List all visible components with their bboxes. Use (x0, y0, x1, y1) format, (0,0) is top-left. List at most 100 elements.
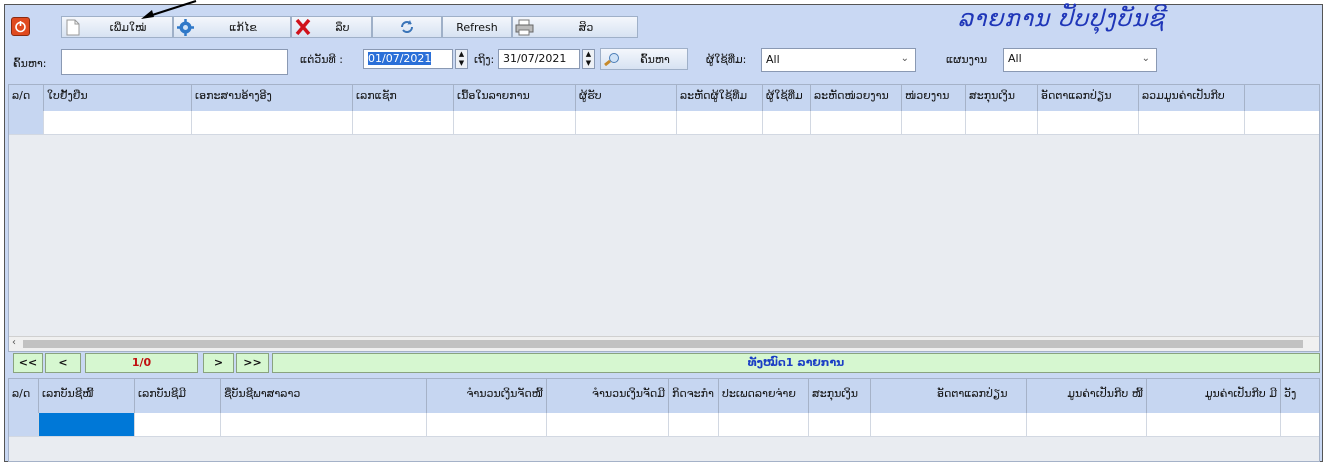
table-cell[interactable] (966, 111, 1038, 135)
table-cell[interactable] (1147, 413, 1281, 437)
table-cell[interactable] (871, 413, 1027, 437)
col-header[interactable]: ເລກແຊັກ (353, 85, 454, 111)
col-header[interactable]: ລວມມູນຄ່າເປັນກີບ (1139, 85, 1245, 111)
col-header[interactable]: ຜູ້ຮັບ (576, 85, 677, 111)
to-date-spinner[interactable]: ▲ ▼ (582, 49, 595, 69)
new-label: ເພີ່ມໃໝ່ (109, 20, 147, 34)
scrollbar-thumb[interactable] (23, 340, 1303, 348)
search-label: ຄົ້ນຫາ: (13, 57, 47, 70)
col-header[interactable]: ຊື່ບັນຊີພາສາລາວ (221, 379, 427, 413)
horizontal-scrollbar[interactable]: ‹ (9, 336, 1319, 351)
table-cell[interactable] (677, 111, 763, 135)
col-header[interactable]: ເນື້ອໃນລາຍການ (454, 85, 576, 111)
chevron-down-icon: ⌄ (1141, 53, 1150, 64)
table-cell[interactable] (669, 413, 719, 437)
col-header[interactable]: ສະກຸນເງິນ (966, 85, 1038, 111)
col-header[interactable]: ຜູ້ໃຊ້ທີ່ມ (763, 85, 811, 111)
col-header[interactable]: ສະກຸນເງິນ (809, 379, 871, 413)
user-label: ຜູ້ໃຊ້ທີ່ມ: (706, 53, 747, 66)
search-input[interactable] (61, 49, 288, 75)
table-cell[interactable] (192, 111, 353, 135)
dept-select[interactable]: All ⌄ (1003, 48, 1157, 72)
col-header[interactable]: ຈຳນວນເງິນຈັດໜີ້ (427, 379, 547, 413)
table-cell[interactable] (576, 111, 677, 135)
page-title: ລາຍການ ປັບປຸງບັນຊີ (958, 6, 1165, 32)
table-cell[interactable] (547, 413, 669, 437)
col-header[interactable]: ໃບຢັ້ງຢືນ (44, 85, 192, 111)
to-date-value: 31/07/2021 (503, 52, 567, 65)
refresh-icon (396, 17, 418, 37)
delete-x-icon (292, 17, 314, 37)
table-cell[interactable] (809, 413, 871, 437)
to-date-label: ເຖິງ: (474, 53, 495, 66)
main-table-header: ລ/ດ ໃບຢັ້ງຢືນ ເອກະສານອ້າງອີງ ເລກແຊັກ ເນື… (9, 85, 1319, 112)
table-cell[interactable] (427, 413, 547, 437)
first-page-button[interactable]: << (13, 353, 43, 373)
table-cell[interactable] (44, 111, 192, 135)
user-select[interactable]: All ⌄ (761, 48, 916, 72)
table-cell[interactable] (719, 413, 809, 437)
table-cell[interactable] (1281, 413, 1319, 437)
table-cell[interactable] (811, 111, 902, 135)
refresh-button[interactable]: Refresh (442, 16, 512, 38)
power-icon (15, 21, 26, 33)
col-header[interactable]: ອັດຕາແລກປ່ຽນ (1038, 85, 1139, 111)
col-header[interactable]: ມູນຄ່າເປັນກີບ ມີ (1147, 379, 1281, 413)
table-cell[interactable] (763, 111, 811, 135)
col-header[interactable]: ກິດຈະກຳ (669, 379, 719, 413)
print-button[interactable]: ສິວ (512, 16, 638, 38)
magnifier-icon (601, 49, 623, 69)
col-header[interactable]: ເລກບັນຊີມີ (135, 379, 221, 413)
refresh-icon-button[interactable] (372, 16, 442, 38)
table-cell[interactable] (454, 111, 576, 135)
printer-icon (513, 17, 535, 37)
table-cell[interactable] (1139, 111, 1245, 135)
col-header[interactable]: ລ/ດ (9, 85, 44, 111)
delete-button[interactable]: ລຶບ (291, 16, 372, 38)
col-header[interactable]: ມູນຄ່າເປັນກີບ ໜີ້ (1027, 379, 1147, 413)
col-header[interactable]: ເອກະສານອ້າງອີງ (192, 85, 353, 111)
detail-table-header: ລ/ດ ເລກບັນຊີໜີ້ ເລກບັນຊີມີ ຊື່ບັນຊີພາສາລ… (9, 379, 1319, 414)
from-date-spinner[interactable]: ▲ ▼ (455, 49, 468, 69)
page-indicator: 1/0 (85, 353, 198, 373)
last-page-button[interactable]: >> (236, 353, 269, 373)
prev-page-button[interactable]: < (45, 353, 81, 373)
to-date-field[interactable]: 31/07/2021 (498, 49, 580, 69)
print-label: ສິວ (578, 20, 594, 34)
dept-label: ແຜນງານ (946, 53, 988, 66)
col-header[interactable]: ລ/ດ (9, 379, 39, 413)
from-date-field[interactable]: 01/07/2021 (363, 49, 453, 69)
refresh-label: Refresh (456, 20, 498, 34)
dept-select-value: All (1008, 52, 1022, 65)
col-header[interactable]: ລະຫັດຜູ້ໃຊ້ທີ່ມ (677, 85, 763, 111)
user-select-value: All (766, 53, 780, 66)
table-cell[interactable] (1027, 413, 1147, 437)
col-header[interactable]: ອັດຕາແລກປ່ຽນ (871, 379, 1027, 413)
col-header[interactable]: ປະເພດລາຍຈ່າຍ (719, 379, 809, 413)
row-selector-cell[interactable] (9, 111, 44, 135)
table-cell[interactable] (902, 111, 966, 135)
table-cell[interactable] (221, 413, 427, 437)
next-page-button[interactable]: > (203, 353, 234, 373)
close-button[interactable] (11, 17, 30, 36)
row-selector-cell[interactable] (9, 413, 39, 437)
scroll-left-icon[interactable]: ‹ (12, 337, 16, 348)
col-header[interactable]: ລະຫັດໜ່ວຍງານ (811, 85, 902, 111)
arrow-annotation (141, 0, 197, 19)
main-table: ລ/ດ ໃບຢັ້ງຢືນ ເອກະສານອ້າງອີງ ເລກແຊັກ ເນື… (8, 84, 1320, 352)
table-cell[interactable] (1038, 111, 1139, 135)
table-cell[interactable] (1245, 111, 1319, 135)
col-header[interactable]: ວັງ (1281, 379, 1319, 413)
detail-table: ລ/ດ ເລກບັນຊີໜີ້ ເລກບັນຊີມີ ຊື່ບັນຊີພາສາລ… (8, 378, 1320, 462)
col-header[interactable]: ເລກບັນຊີໜີ້ (39, 379, 135, 413)
from-date-value: 01/07/2021 (368, 52, 432, 65)
search-button[interactable]: ຄົ້ນຫາ (600, 48, 688, 70)
col-header[interactable]: ໜ່ວຍງານ (902, 85, 966, 111)
search-button-label: ຄົ້ນຫາ (640, 52, 670, 66)
table-cell[interactable] (135, 413, 221, 437)
from-date-label: ແຕ່ວັນທີ : (300, 53, 343, 66)
delete-label: ລຶບ (335, 20, 350, 34)
table-cell[interactable] (353, 111, 454, 135)
col-header[interactable]: ຈຳນວນເງິນຈັດມີ (547, 379, 669, 413)
table-cell-selected[interactable] (39, 413, 135, 437)
